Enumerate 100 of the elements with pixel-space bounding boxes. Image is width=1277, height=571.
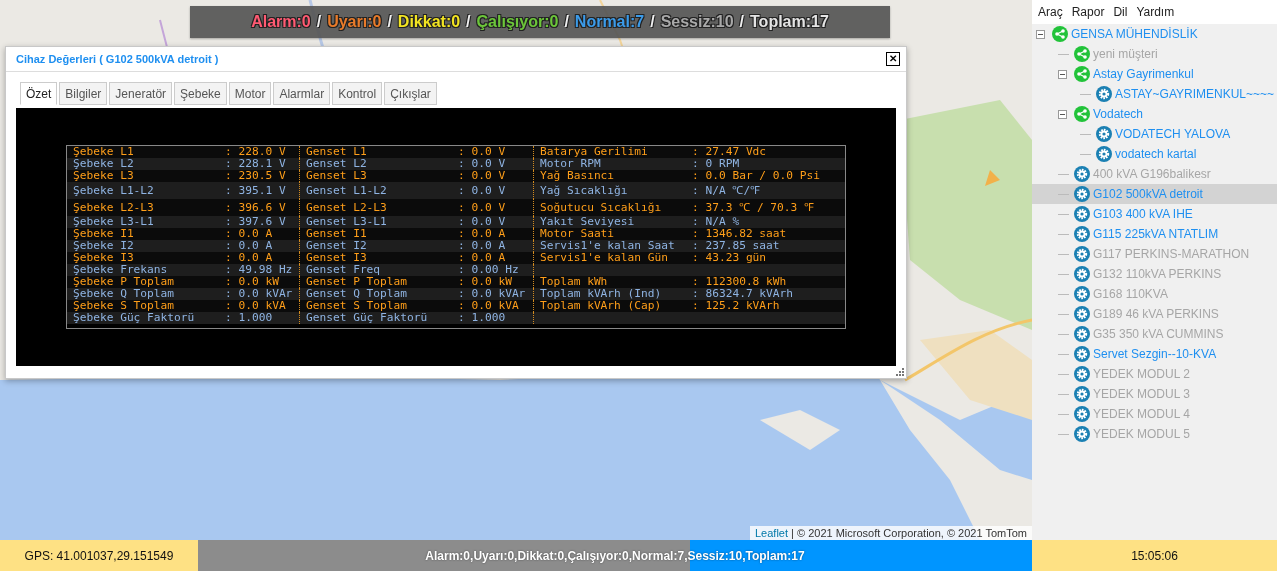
gear-icon <box>1074 266 1090 282</box>
value-label: Şebeke I2 <box>73 240 135 252</box>
value-reading: : 0.0 V <box>458 146 507 158</box>
value-label: Soğutucu Sıcaklığı <box>540 201 663 214</box>
tree-item[interactable]: YEDEK MODUL 5 <box>1032 424 1277 444</box>
menu-item[interactable]: Rapor <box>1071 5 1105 19</box>
value-reading: : 237.85 saat <box>692 240 781 252</box>
menu-item[interactable]: Araç <box>1038 5 1063 19</box>
value-label: Yakıt Seviyesi <box>540 216 636 228</box>
value-label: Motor Saati <box>540 228 616 240</box>
tab[interactable]: Kontrol <box>332 82 383 105</box>
tree-item[interactable]: G189 46 kVA PERKINS <box>1032 304 1277 324</box>
value-label: Servis1'e kalan Gün <box>540 252 669 264</box>
tab[interactable]: Özet <box>20 82 58 105</box>
value-label: Şebeke Q Toplam <box>73 288 176 300</box>
tree-item[interactable]: vodatech kartal <box>1032 144 1277 164</box>
value-label: Genset L3-L1 <box>306 216 388 228</box>
value-label: Genset L2 <box>306 158 368 170</box>
value-label: Şebeke L2 <box>73 158 135 170</box>
value-reading: : 125.2 kVArh <box>692 300 781 312</box>
value-reading: : 228.0 V <box>225 146 287 158</box>
value-label: Genset I3 <box>306 252 368 264</box>
share-icon <box>1074 66 1090 82</box>
tab[interactable]: Alarmlar <box>273 82 331 105</box>
value-label: Servis1'e kalan Saat <box>540 240 676 252</box>
tab[interactable]: Bilgiler <box>59 82 108 105</box>
value-label: Şebeke I3 <box>73 252 135 264</box>
tree-item[interactable]: Astay Gayrimenkul <box>1032 64 1277 84</box>
value-reading: : 395.1 V <box>225 184 287 197</box>
value-label: Şebeke I1 <box>73 228 135 240</box>
status-count: Sessiz:10 <box>660 13 734 31</box>
tree-item[interactable]: GENSA MÜHENDİSLİK <box>1032 24 1277 44</box>
tree-item[interactable]: 400 kVA G196balikesr <box>1032 164 1277 184</box>
value-reading: : 0.0 kW <box>458 276 513 288</box>
gear-icon <box>1074 166 1090 182</box>
value-reading: : 0.0 kVAr <box>458 288 527 300</box>
resize-grip-icon[interactable] <box>895 367 904 376</box>
value-reading: : 112300.8 kWh <box>692 276 788 288</box>
tree-item[interactable]: G168 110KVA <box>1032 284 1277 304</box>
tree-item[interactable]: YEDEK MODUL 2 <box>1032 364 1277 384</box>
value-reading: : 0.0 A <box>458 252 507 264</box>
menu-item[interactable]: Dil <box>1113 5 1128 19</box>
tab[interactable]: Motor <box>228 82 272 105</box>
minus-icon <box>1060 71 1065 77</box>
tree-item[interactable]: YEDEK MODUL 4 <box>1032 404 1277 424</box>
separator: / <box>387 13 392 31</box>
value-label: Motor RPM <box>540 158 602 170</box>
value-reading: : N/A ℃/℉ <box>692 184 762 197</box>
tree-item[interactable]: G117 PERKINS-MARATHON <box>1032 244 1277 264</box>
value-label: Genset Freq <box>306 264 382 276</box>
tree-item[interactable]: VODATECH YALOVA <box>1032 124 1277 144</box>
value-reading: : 0.0 kVAr <box>225 288 294 300</box>
tree-item[interactable]: G103 400 kVA IHE <box>1032 204 1277 224</box>
value-label: Yağ Sıcaklığı <box>540 184 629 197</box>
tree-item[interactable]: yeni müşteri <box>1032 44 1277 64</box>
value-label: Batarya Gerilimi <box>540 146 649 158</box>
tab[interactable]: Şebeke <box>174 82 227 105</box>
share-icon <box>1052 26 1068 42</box>
value-reading: : 0.0 A <box>458 228 507 240</box>
clock-time: 15:05:06 <box>1032 540 1277 571</box>
value-reading: : 228.1 V <box>225 158 287 170</box>
gear-icon <box>1074 246 1090 262</box>
collapse-toggle[interactable] <box>1058 69 1067 79</box>
tree-item[interactable]: G132 110kVA PERKINS <box>1032 264 1277 284</box>
value-reading: : 37.3 ℃ / 70.3 ℉ <box>692 201 816 214</box>
tree-item[interactable]: G102 500kVA detroit <box>1032 184 1277 204</box>
tree-item[interactable]: YEDEK MODUL 3 <box>1032 384 1277 404</box>
tree-item[interactable]: G35 350 kVA CUMMINS <box>1032 324 1277 344</box>
collapse-toggle[interactable] <box>1036 29 1045 39</box>
value-reading: : 0.0 A <box>458 240 507 252</box>
tab[interactable]: Çıkışlar <box>384 82 437 105</box>
value-reading: : 230.5 V <box>225 170 287 182</box>
value-label: Şebeke S Toplam <box>73 300 176 312</box>
value-reading: : 0.0 V <box>458 170 507 182</box>
gear-icon <box>1074 186 1090 202</box>
close-button[interactable]: ✕ <box>886 52 900 66</box>
tab[interactable]: Jeneratör <box>109 82 173 105</box>
separator: / <box>564 13 569 31</box>
collapse-toggle[interactable] <box>1058 109 1067 119</box>
leaflet-link[interactable]: Leaflet <box>755 527 788 539</box>
tree-item[interactable]: ASTAY~GAYRIMENKUL~~~~ <box>1032 84 1277 104</box>
tree-item[interactable]: G115 225kVA NTATLIM <box>1032 224 1277 244</box>
value-label: Şebeke L1 <box>73 146 135 158</box>
status-count: Çalışıyor:0 <box>476 13 559 31</box>
tree-item[interactable]: Vodatech <box>1032 104 1277 124</box>
value-reading: : 0.0 V <box>458 184 507 197</box>
value-reading: : 0.0 Bar / 0.0 Psi <box>692 170 821 182</box>
tree-item[interactable]: Servet Sezgin--10-KVA <box>1032 344 1277 364</box>
minus-icon <box>1060 111 1065 117</box>
status-count: Uyarı:0 <box>327 13 382 31</box>
separator: / <box>466 13 471 31</box>
value-label: Genset S Toplam <box>306 300 409 312</box>
value-reading: : 27.47 Vdc <box>692 146 768 158</box>
value-reading: : 86324.7 kVArh <box>692 288 795 300</box>
menu-item[interactable]: Yardım <box>1136 5 1175 19</box>
value-label: Genset L1 <box>306 146 368 158</box>
value-label: Genset P Toplam <box>306 276 409 288</box>
share-icon <box>1074 106 1090 122</box>
value-label: Toplam kVArh (Cap) <box>540 300 663 312</box>
value-label: Şebeke P Toplam <box>73 276 176 288</box>
